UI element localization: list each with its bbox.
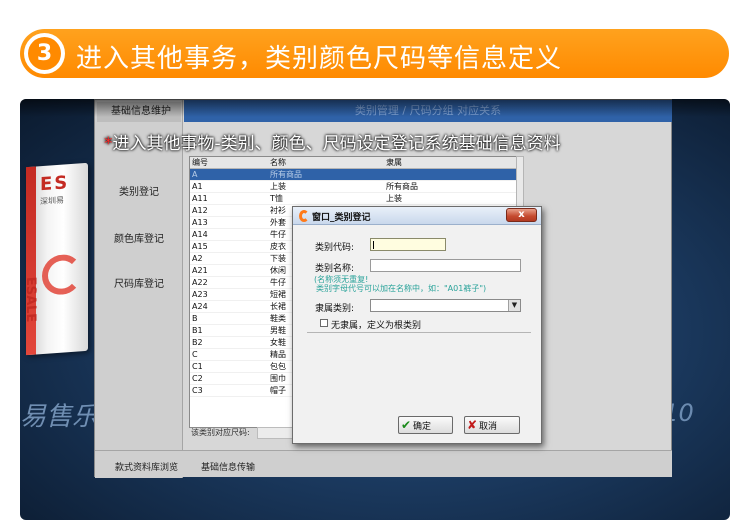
cell-code: A1 [192,182,203,191]
category-register-dialog: 窗口_类别登记 x 类别代码: 类别名称: (名称须无重复! 类别字母代号可以加… [292,206,542,444]
cell-name: 所有商品 [270,170,302,179]
cell-parent: 所有商品 [386,182,418,191]
close-button[interactable]: x [506,208,537,222]
cell-code: B2 [192,338,203,347]
product-box-image: ES 深圳易 ESALE [23,162,88,356]
cell-code: A12 [192,206,208,215]
column-header-code: 编号 [192,158,208,167]
caption: *进入其他事物-类别、颜色、尺码设定登记系统基础信息资料 [104,129,561,154]
cell-code: A13 [192,218,208,227]
step-number-badge: 3 [24,33,65,74]
size-mapping-field[interactable] [257,427,297,439]
tab-basic-transfer[interactable]: 基础信息传输 [201,460,255,473]
sidebar-item-color[interactable]: 颜色库登记 [95,230,183,245]
column-header-parent: 隶属 [386,158,402,167]
product-box-vertical-text: ESALE [23,276,38,323]
no-parent-label: 无隶属，定义为根类别 [331,321,422,331]
dialog-title: 窗口_类别登记 [312,213,371,223]
table-row[interactable]: A 所有商品 [190,169,516,181]
app-bottom-bar: 款式资料库浏览 基础信息传输 [95,450,672,477]
category-name-input[interactable] [370,259,521,272]
cell-name: 上装 [270,182,286,191]
product-box-stripe [26,166,36,356]
screenshot-frame: 易售乐 610 ES 深圳易 ESALE 基础信息维护 类别登记 颜色库登记 尺… [20,99,730,520]
cell-code: B1 [192,326,203,335]
category-code-input[interactable] [370,238,446,251]
cell-code: C [192,350,198,359]
cell-code: A15 [192,242,208,251]
chevron-down-icon[interactable]: ▼ [508,300,520,311]
cell-code: A11 [192,194,208,203]
column-header-name: 名称 [270,158,286,167]
cross-icon: ✘ [466,418,478,432]
table-header: 编号 名称 隶属 [190,157,516,169]
frame-shadow [20,99,730,117]
cell-code: A23 [192,290,208,299]
parent-category-select[interactable]: ▼ [370,299,521,312]
app-sidebar: 基础信息维护 类别登记 颜色库登记 尺码库登记 [95,100,183,478]
checkmark-icon: ✔ [400,418,412,432]
product-box-brand: ES [40,172,70,196]
ok-button[interactable]: ✔ 确定 [398,416,453,434]
cell-code: A2 [192,254,203,263]
caption-star: * [104,134,113,154]
cell-code: C3 [192,386,203,395]
parent-category-label: 隶属类别: [315,304,355,314]
caption-text: 进入其他事物-类别、颜色、尺码设定登记系统基础信息资料 [112,134,561,154]
cancel-button[interactable]: ✘ 取消 [464,416,520,434]
dialog-divider [307,332,531,333]
tab-style-browse[interactable]: 款式资料库浏览 [115,460,178,473]
cell-code: A21 [192,266,208,275]
ok-button-label: 确定 [413,422,432,432]
dialog-titlebar: 窗口_类别登记 x [293,207,541,225]
cell-code: C1 [192,362,203,371]
background-wordmark: 易售乐 [20,402,99,432]
banner-title: 进入其他事务，类别颜色尺码等信息定义 [76,44,563,74]
sidebar-item-category[interactable]: 类别登记 [95,183,183,198]
cell-code: B [192,314,198,323]
category-code-label: 类别代码: [315,243,355,253]
product-logo-icon [42,253,82,297]
cell-code: A14 [192,230,208,239]
cell-parent: 上装 [386,194,402,203]
sidebar-item-size[interactable]: 尺码库登记 [95,275,183,290]
cell-code: A24 [192,302,208,311]
cell-name: T恤 [270,194,283,203]
name-hint-line2: 类别字母代号可以加在名称中，如："A01裤子") [316,284,487,293]
cancel-button-label: 取消 [479,422,498,432]
cell-code: A22 [192,278,208,287]
table-row[interactable]: A11 T恤 上装 [190,193,516,205]
product-box-sub: 深圳易 [40,195,64,207]
table-row[interactable]: A1 上装 所有商品 [190,181,516,193]
cell-code: C2 [192,374,203,383]
text-caret [373,241,374,249]
app-logo-icon [299,210,309,222]
no-parent-checkbox[interactable] [320,319,328,327]
step-banner: 3 进入其他事务，类别颜色尺码等信息定义 [20,29,729,78]
step-number: 3 [28,37,61,70]
category-name-label: 类别名称: [315,264,355,274]
cell-code: A [192,170,198,179]
